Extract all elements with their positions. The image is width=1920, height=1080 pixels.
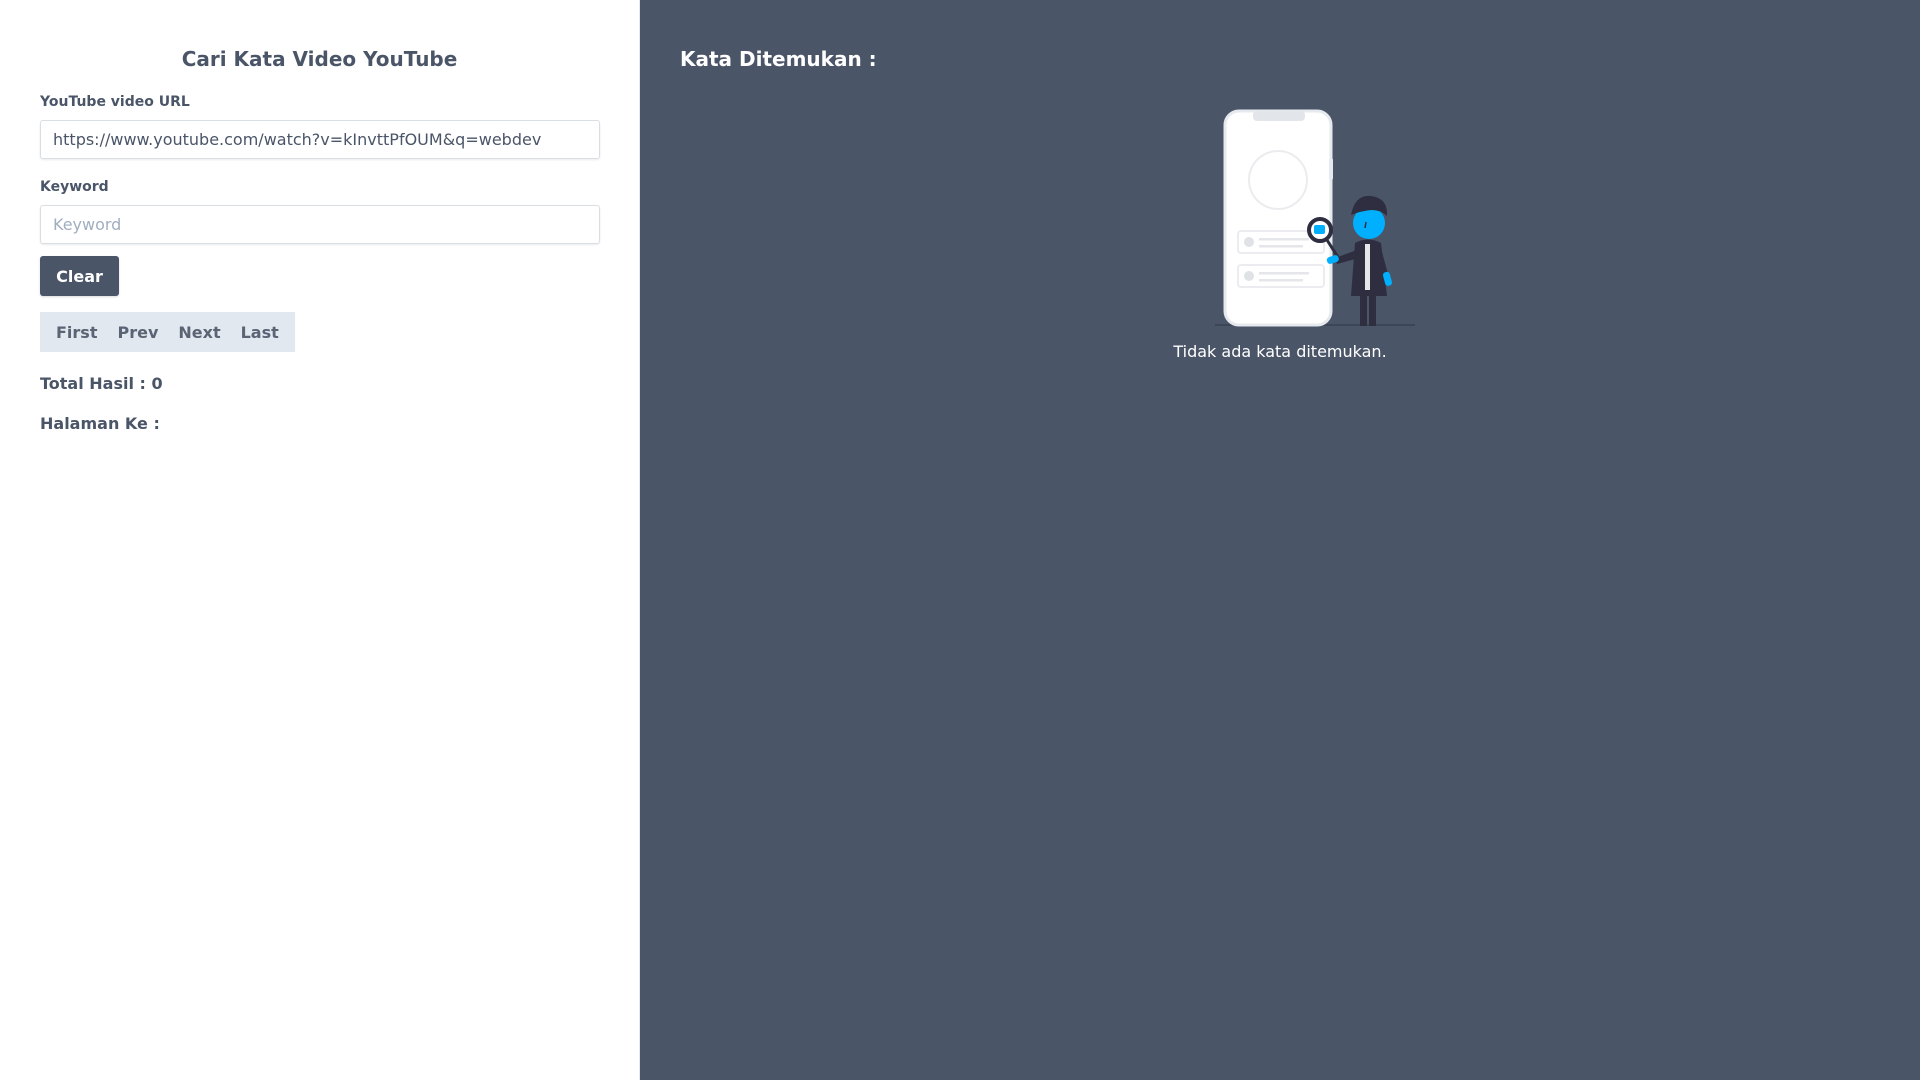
current-page: Halaman Ke : [40, 414, 160, 433]
url-label: YouTube video URL [40, 94, 190, 110]
results-title: Kata Ditemukan : [680, 47, 877, 71]
first-page-button[interactable]: First [46, 312, 107, 352]
total-results: Total Hasil : 0 [40, 374, 163, 393]
pagination: First Prev Next Last [40, 312, 295, 352]
clear-button[interactable]: Clear [40, 256, 119, 296]
person-searching-phone-illustration [1215, 109, 1415, 327]
prev-page-button[interactable]: Prev [107, 312, 168, 352]
results-panel: Kata Ditemukan : Tidak ada kata ditemuka… [640, 0, 1920, 1080]
keyword-input[interactable] [40, 205, 600, 244]
last-page-button[interactable]: Last [231, 312, 289, 352]
url-input[interactable] [40, 120, 600, 159]
url-field-group: YouTube video URL [40, 94, 600, 159]
page-title: Cari Kata Video YouTube [181, 47, 458, 71]
next-page-button[interactable]: Next [168, 312, 230, 352]
keyword-field-group: Keyword [40, 179, 600, 244]
search-panel: Cari Kata Video YouTube YouTube video UR… [0, 0, 640, 1080]
empty-message: Tidak ada kata ditemukan. [1173, 342, 1387, 361]
keyword-label: Keyword [40, 179, 109, 195]
